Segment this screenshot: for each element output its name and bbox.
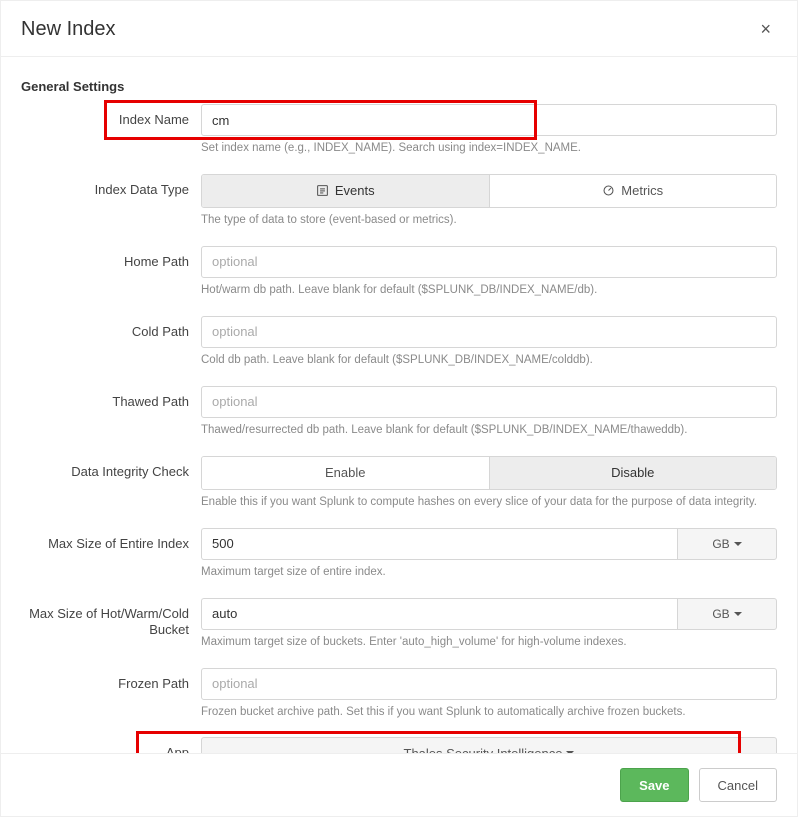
save-button[interactable]: Save: [620, 768, 688, 802]
help-data-type: The type of data to store (event-based o…: [201, 213, 777, 228]
max-size-unit-label: GB: [712, 537, 729, 551]
bucket-size-unit-label: GB: [712, 607, 729, 621]
index-name-input[interactable]: [201, 104, 777, 136]
app-select[interactable]: Thales Security Intelligence: [201, 737, 777, 753]
modal-title: New Index: [21, 18, 116, 41]
close-icon[interactable]: ×: [754, 15, 777, 44]
toggle-metrics[interactable]: Metrics: [489, 175, 777, 207]
section-general-settings: General Settings: [21, 79, 777, 94]
field-app: App Thales Security Intelligence: [21, 737, 777, 753]
toggle-disable-label: Disable: [611, 465, 654, 480]
help-home-path: Hot/warm db path. Leave blank for defaul…: [201, 283, 777, 298]
modal-body[interactable]: General Settings Index Name Set index na…: [1, 57, 797, 753]
max-size-input[interactable]: [201, 528, 677, 560]
field-cold-path: Cold Path Cold db path. Leave blank for …: [21, 316, 777, 382]
cold-path-input[interactable]: [201, 316, 777, 348]
field-index-name: Index Name Set index name (e.g., INDEX_N…: [21, 104, 777, 170]
label-app: App: [21, 737, 201, 753]
label-integrity: Data Integrity Check: [21, 456, 201, 480]
chevron-down-icon: [566, 751, 574, 753]
help-integrity: Enable this if you want Splunk to comput…: [201, 495, 777, 510]
home-path-input[interactable]: [201, 246, 777, 278]
field-home-path: Home Path Hot/warm db path. Leave blank …: [21, 246, 777, 312]
chevron-down-icon: [734, 542, 742, 546]
toggle-metrics-label: Metrics: [621, 183, 663, 198]
help-bucket-size: Maximum target size of buckets. Enter 'a…: [201, 635, 777, 650]
max-size-unit-dropdown[interactable]: GB: [677, 528, 777, 560]
bucket-size-unit-dropdown[interactable]: GB: [677, 598, 777, 630]
help-cold-path: Cold db path. Leave blank for default ($…: [201, 353, 777, 368]
label-thawed-path: Thawed Path: [21, 386, 201, 410]
label-frozen-path: Frozen Path: [21, 668, 201, 692]
label-cold-path: Cold Path: [21, 316, 201, 340]
help-index-name: Set index name (e.g., INDEX_NAME). Searc…: [201, 141, 777, 156]
metrics-icon: [602, 184, 615, 197]
help-frozen-path: Frozen bucket archive path. Set this if …: [201, 705, 777, 720]
help-max-size: Maximum target size of entire index.: [201, 565, 777, 580]
new-index-modal: New Index × General Settings Index Name …: [0, 0, 798, 817]
frozen-path-input[interactable]: [201, 668, 777, 700]
field-bucket-size: Max Size of Hot/Warm/Cold Bucket GB Maxi…: [21, 598, 777, 664]
toggle-enable-label: Enable: [325, 465, 365, 480]
field-thawed-path: Thawed Path Thawed/resurrected db path. …: [21, 386, 777, 452]
thawed-path-input[interactable]: [201, 386, 777, 418]
label-max-size: Max Size of Entire Index: [21, 528, 201, 552]
cancel-button[interactable]: Cancel: [699, 768, 777, 802]
modal-header: New Index ×: [1, 1, 797, 56]
label-data-type: Index Data Type: [21, 174, 201, 198]
label-home-path: Home Path: [21, 246, 201, 270]
field-frozen-path: Frozen Path Frozen bucket archive path. …: [21, 668, 777, 734]
toggle-integrity-enable[interactable]: Enable: [202, 457, 489, 489]
toggle-events[interactable]: Events: [202, 175, 489, 207]
toggle-integrity-disable[interactable]: Disable: [489, 457, 777, 489]
chevron-down-icon: [734, 612, 742, 616]
label-bucket-size: Max Size of Hot/Warm/Cold Bucket: [21, 598, 201, 639]
bucket-size-input[interactable]: [201, 598, 677, 630]
integrity-toggle: Enable Disable: [201, 456, 777, 490]
field-max-size: Max Size of Entire Index GB Maximum targ…: [21, 528, 777, 594]
events-icon: [316, 184, 329, 197]
label-index-name: Index Name: [21, 104, 201, 128]
modal-footer: Save Cancel: [1, 753, 797, 816]
field-data-type: Index Data Type Events: [21, 174, 777, 242]
field-integrity: Data Integrity Check Enable Disable Enab…: [21, 456, 777, 524]
app-select-label: Thales Security Intelligence: [404, 746, 563, 753]
toggle-events-label: Events: [335, 183, 375, 198]
help-thawed-path: Thawed/resurrected db path. Leave blank …: [201, 423, 777, 438]
data-type-toggle: Events Metrics: [201, 174, 777, 208]
